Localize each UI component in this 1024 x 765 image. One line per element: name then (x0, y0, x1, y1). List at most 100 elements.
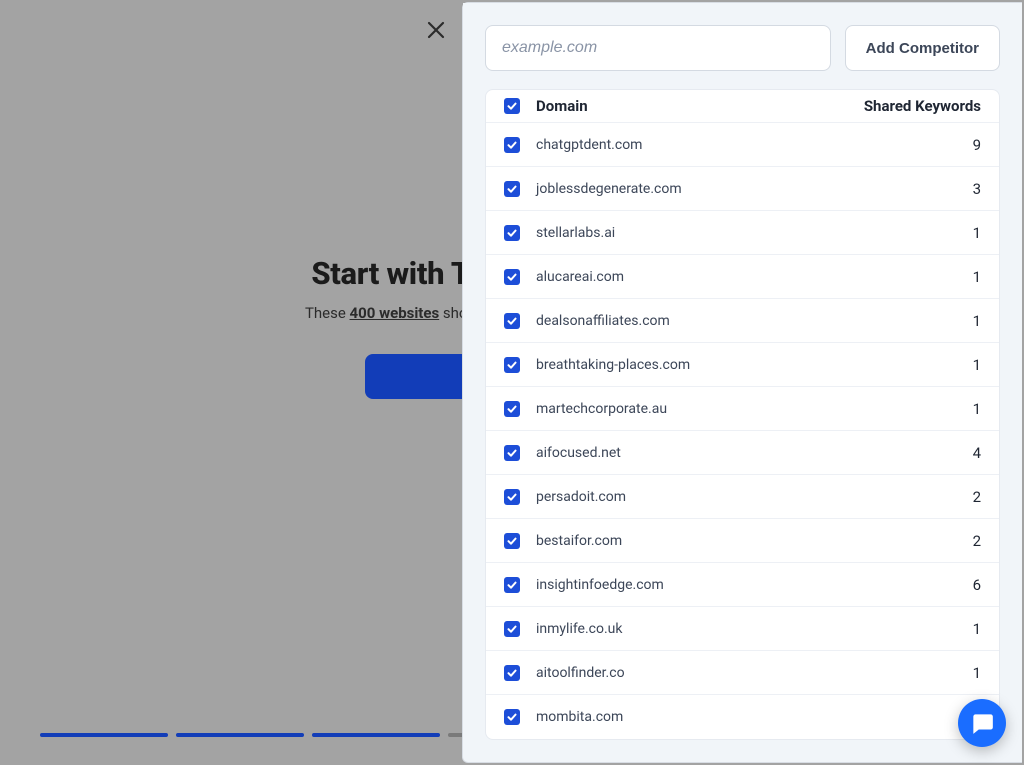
row-shared-keywords: 1 (851, 356, 981, 374)
row-shared-keywords: 1 (851, 664, 981, 682)
check-icon (507, 101, 517, 111)
table-row[interactable]: inmylife.co.uk1 (486, 607, 999, 651)
row-shared-keywords: 6 (851, 576, 981, 594)
check-icon (507, 492, 517, 502)
header-shared-keywords: Shared Keywords (851, 97, 981, 115)
table-row[interactable]: chatgptdent.com9 (486, 123, 999, 167)
progress-step-3 (312, 733, 440, 737)
row-checkbox[interactable] (504, 313, 520, 329)
row-checkbox-cell (504, 269, 534, 285)
check-icon (507, 712, 517, 722)
row-domain: bestaifor.com (534, 533, 851, 549)
add-competitor-button[interactable]: Add Competitor (845, 25, 1000, 71)
close-icon (427, 21, 445, 39)
row-checkbox-cell (504, 401, 534, 417)
check-icon (507, 536, 517, 546)
row-checkbox-cell (504, 621, 534, 637)
row-checkbox[interactable] (504, 489, 520, 505)
row-shared-keywords: 1 (851, 620, 981, 638)
row-checkbox[interactable] (504, 577, 520, 593)
row-shared-keywords: 4 (851, 444, 981, 462)
table-row[interactable]: bestaifor.com2 (486, 519, 999, 563)
check-icon (507, 404, 517, 414)
progress-step-2 (176, 733, 304, 737)
row-checkbox[interactable] (504, 445, 520, 461)
row-domain: chatgptdent.com (534, 137, 851, 153)
row-domain: dealsonaffiliates.com (534, 313, 851, 329)
row-shared-keywords: 1 (851, 400, 981, 418)
row-domain: inmylife.co.uk (534, 621, 851, 637)
progress-step-1 (40, 733, 168, 737)
row-checkbox-cell (504, 665, 534, 681)
row-checkbox-cell (504, 137, 534, 153)
row-domain: aitoolfinder.co (534, 665, 851, 681)
table-row[interactable]: stellarlabs.ai1 (486, 211, 999, 255)
check-icon (507, 272, 517, 282)
row-shared-keywords: 1 (851, 312, 981, 330)
table-header: Domain Shared Keywords (486, 90, 999, 123)
row-domain: alucareai.com (534, 269, 851, 285)
check-icon (507, 448, 517, 458)
row-checkbox-cell (504, 357, 534, 373)
row-checkbox-cell (504, 577, 534, 593)
row-checkbox[interactable] (504, 269, 520, 285)
table-row[interactable]: aitoolfinder.co1 (486, 651, 999, 695)
table-row[interactable]: persadoit.com2 (486, 475, 999, 519)
check-icon (507, 228, 517, 238)
row-checkbox[interactable] (504, 709, 520, 725)
row-shared-keywords: 1 (851, 224, 981, 242)
row-checkbox[interactable] (504, 621, 520, 637)
row-checkbox-cell (504, 313, 534, 329)
close-button[interactable] (424, 18, 448, 42)
table-row[interactable]: martechcorporate.au1 (486, 387, 999, 431)
chat-launcher[interactable] (958, 699, 1006, 747)
row-domain: breathtaking-places.com (534, 357, 851, 373)
row-checkbox-cell (504, 225, 534, 241)
check-icon (507, 360, 517, 370)
row-domain: insightinfoedge.com (534, 577, 851, 593)
row-checkbox-cell (504, 489, 534, 505)
row-checkbox-cell (504, 709, 534, 725)
competitor-table: Domain Shared Keywords chatgptdent.com9j… (485, 89, 1000, 740)
table-row[interactable]: dealsonaffiliates.com1 (486, 299, 999, 343)
row-checkbox-cell (504, 533, 534, 549)
check-icon (507, 316, 517, 326)
row-shared-keywords: 2 (851, 488, 981, 506)
row-checkbox[interactable] (504, 401, 520, 417)
select-all-checkbox[interactable] (504, 98, 520, 114)
row-domain: persadoit.com (534, 489, 851, 505)
row-shared-keywords: 3 (851, 180, 981, 198)
check-icon (507, 624, 517, 634)
check-icon (507, 668, 517, 678)
row-shared-keywords: 1 (851, 268, 981, 286)
table-row[interactable]: insightinfoedge.com6 (486, 563, 999, 607)
competitor-panel: Add Competitor Domain Shared Keywords ch… (462, 2, 1022, 763)
row-checkbox[interactable] (504, 225, 520, 241)
row-domain: aifocused.net (534, 445, 851, 461)
table-body: chatgptdent.com9joblessdegenerate.com3st… (486, 123, 999, 739)
row-checkbox[interactable] (504, 137, 520, 153)
check-icon (507, 184, 517, 194)
table-row[interactable]: alucareai.com1 (486, 255, 999, 299)
subtitle-website-count: 400 websites (350, 304, 440, 322)
row-shared-keywords: 2 (851, 532, 981, 550)
row-checkbox-cell (504, 445, 534, 461)
table-row[interactable]: joblessdegenerate.com3 (486, 167, 999, 211)
row-domain: mombita.com (534, 709, 851, 725)
subtitle-prefix: These (305, 304, 350, 322)
row-checkbox[interactable] (504, 357, 520, 373)
table-row[interactable]: mombita.com (486, 695, 999, 739)
panel-toolbar: Add Competitor (463, 3, 1022, 89)
row-shared-keywords: 9 (851, 136, 981, 154)
row-checkbox[interactable] (504, 181, 520, 197)
check-icon (507, 140, 517, 150)
header-domain: Domain (534, 97, 851, 115)
table-row[interactable]: breathtaking-places.com1 (486, 343, 999, 387)
row-checkbox-cell (504, 181, 534, 197)
row-checkbox[interactable] (504, 533, 520, 549)
row-checkbox[interactable] (504, 665, 520, 681)
table-row[interactable]: aifocused.net4 (486, 431, 999, 475)
row-domain: martechcorporate.au (534, 401, 851, 417)
select-all-cell (504, 98, 534, 114)
competitor-domain-input[interactable] (485, 25, 831, 71)
